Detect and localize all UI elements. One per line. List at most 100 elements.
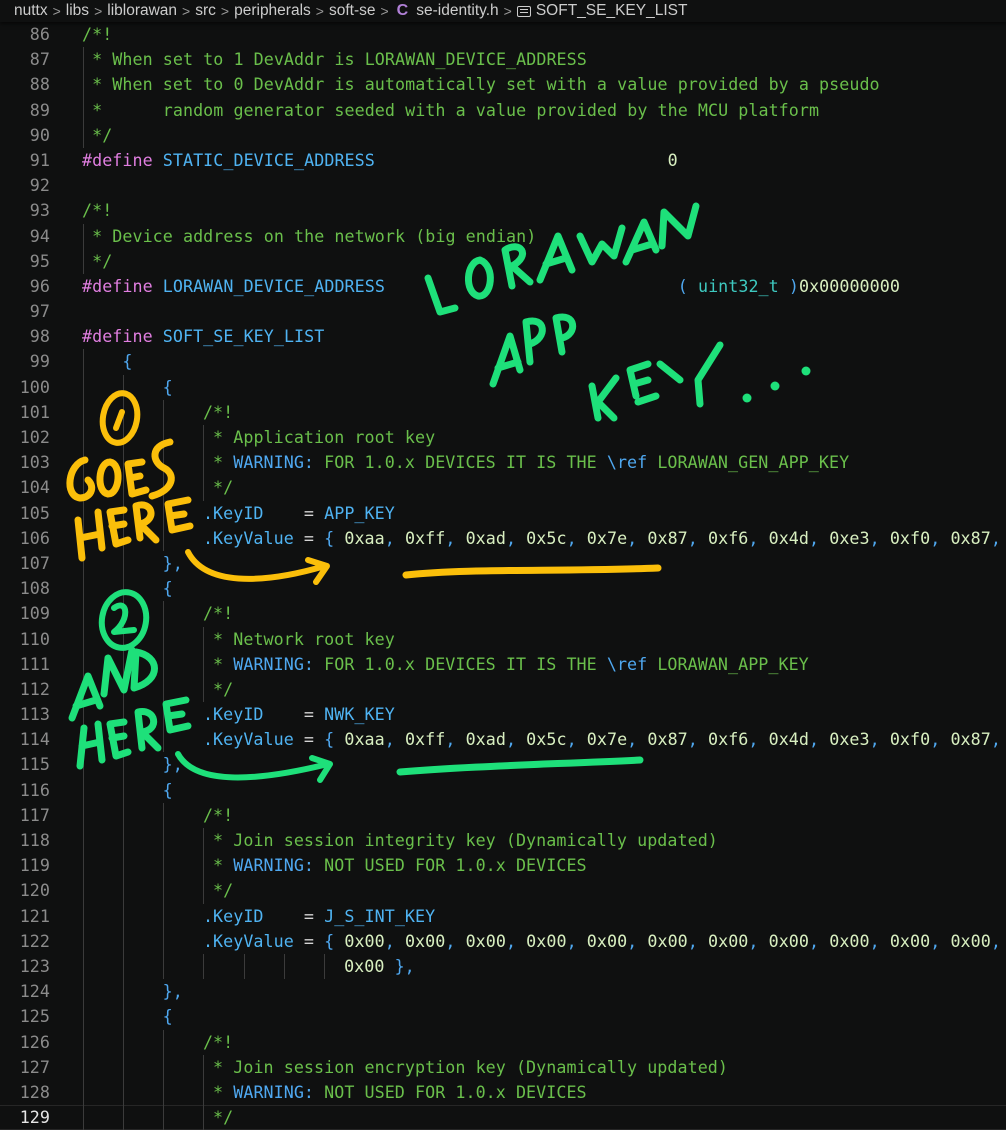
breadcrumb-item-soft-se[interactable]: soft-se — [329, 2, 376, 20]
code-line[interactable]: 113 .KeyID = NWK_KEY — [0, 702, 1006, 728]
code-line[interactable]: 95 */ — [0, 248, 1006, 274]
code-line[interactable]: 90 */ — [0, 122, 1006, 148]
code-line[interactable]: 116 { — [0, 777, 1006, 803]
line-number[interactable]: 100 — [0, 375, 50, 400]
line-number[interactable]: 123 — [0, 954, 50, 979]
line-number[interactable]: 128 — [0, 1080, 50, 1105]
line-number[interactable]: 91 — [0, 148, 50, 173]
code-line[interactable]: 103 * WARNING: FOR 1.0.x DEVICES IT IS T… — [0, 450, 1006, 476]
code-line[interactable]: 86 /*! — [0, 22, 1006, 47]
code-line[interactable]: 97 — [0, 299, 1006, 324]
code-line[interactable]: 105 .KeyID = APP_KEY — [0, 500, 1006, 526]
code-line[interactable]: 102 * Application root key — [0, 425, 1006, 451]
code-line[interactable]: 93 /*! — [0, 198, 1006, 223]
code-line[interactable]: 122 .KeyValue = { 0x00, 0x00, 0x00, 0x00,… — [0, 928, 1006, 954]
code-line[interactable]: 111 * WARNING: FOR 1.0.x DEVICES IT IS T… — [0, 651, 1006, 677]
code-line[interactable]: 112 */ — [0, 676, 1006, 703]
code-line[interactable]: 101 /*! — [0, 399, 1006, 425]
line-number[interactable]: 111 — [0, 652, 50, 677]
line-number[interactable]: 106 — [0, 526, 50, 551]
line-number[interactable]: 110 — [0, 627, 50, 652]
code-line[interactable]: 129 */ — [0, 1105, 1006, 1130]
line-number[interactable]: 102 — [0, 425, 50, 450]
breadcrumb-item-peripherals[interactable]: peripherals — [234, 2, 311, 20]
line-number[interactable]: 109 — [0, 601, 50, 626]
code-line[interactable]: 123 0x00 }, — [0, 953, 1006, 980]
code-line[interactable]: 110 * Network root key — [0, 626, 1006, 652]
line-number[interactable]: 126 — [0, 1030, 50, 1055]
code-line[interactable]: 117 /*! — [0, 802, 1006, 828]
line-number[interactable]: 127 — [0, 1055, 50, 1080]
breadcrumb-file[interactable]: se-identity.h — [416, 2, 498, 20]
line-number[interactable]: 124 — [0, 979, 50, 1004]
line-number[interactable]: 121 — [0, 904, 50, 929]
breadcrumb-symbol[interactable]: SOFT_SE_KEY_LIST — [536, 2, 688, 20]
breadcrumb-item-src[interactable]: src — [195, 2, 216, 20]
code-line[interactable]: 87 * When set to 1 DevAddr is LORAWAN_DE… — [0, 47, 1006, 73]
line-number[interactable]: 120 — [0, 878, 50, 903]
line-number[interactable]: 97 — [0, 299, 50, 324]
indent-guide — [82, 626, 84, 652]
line-number[interactable]: 98 — [0, 324, 50, 349]
line-number[interactable]: 99 — [0, 349, 50, 374]
line-number[interactable]: 108 — [0, 576, 50, 601]
line-number[interactable]: 115 — [0, 752, 50, 777]
line-number[interactable]: 114 — [0, 727, 50, 752]
code-line[interactable]: 115}, — [0, 752, 1006, 778]
code-line[interactable]: 109 /*! — [0, 601, 1006, 627]
line-number[interactable]: 86 — [0, 22, 50, 47]
code-line[interactable]: 124}, — [0, 979, 1006, 1005]
code-line[interactable]: 100 { — [0, 374, 1006, 400]
line-number[interactable]: 93 — [0, 198, 50, 223]
code-line[interactable]: 88 * When set to 0 DevAddr is automatica… — [0, 72, 1006, 98]
line-number[interactable]: 89 — [0, 98, 50, 123]
breadcrumb-item-liblorawan[interactable]: liblorawan — [107, 2, 177, 20]
line-number[interactable]: 104 — [0, 475, 50, 500]
code-line[interactable]: 119 * WARNING: NOT USED FOR 1.0.x DEVICE… — [0, 853, 1006, 879]
line-number[interactable]: 103 — [0, 450, 50, 475]
line-number[interactable]: 119 — [0, 853, 50, 878]
code-line[interactable]: 120 */ — [0, 878, 1006, 904]
code-editor[interactable]: 86 /*! 87 * When set to 1 DevAddr is LORAW… — [0, 22, 1006, 1130]
code-line[interactable]: 91 #define STATIC_DEVICE_ADDRESS 0 — [0, 148, 1006, 173]
code-line[interactable]: 98 #define SOFT_SE_KEY_LIST — [0, 324, 1006, 349]
line-number[interactable]: 107 — [0, 551, 50, 576]
code-line[interactable]: 114 .KeyValue = { 0xaa, 0xff, 0xad, 0x5c,… — [0, 727, 1006, 753]
line-number[interactable]: 116 — [0, 778, 50, 803]
code-line[interactable]: 108 { — [0, 576, 1006, 602]
code-line[interactable]: 99 { — [0, 349, 1006, 375]
brace: }, — [162, 754, 183, 775]
code-line[interactable]: 104 */ — [0, 475, 1006, 501]
code-line[interactable]: 118 * Join session integrity key (Dynami… — [0, 828, 1006, 854]
line-number[interactable]: 105 — [0, 501, 50, 526]
code-line[interactable]: 89 * random generator seeded with a valu… — [0, 97, 1006, 123]
code-line[interactable]: 107}, — [0, 550, 1006, 577]
code-line[interactable]: 94 * Device address on the network (big … — [0, 223, 1006, 249]
code-line[interactable]: 125 { — [0, 1004, 1006, 1030]
line-number[interactable]: 112 — [0, 677, 50, 702]
code-line[interactable]: 121 .KeyID = J_S_INT_KEY — [0, 903, 1006, 929]
line-number[interactable]: 117 — [0, 803, 50, 828]
breadcrumb-item-nuttx[interactable]: nuttx — [14, 2, 48, 20]
code-line[interactable]: 127 * Join session encryption key (Dynam… — [0, 1054, 1006, 1080]
code-line[interactable]: 92 — [0, 173, 1006, 198]
line-number[interactable]: 129 — [0, 1105, 50, 1130]
line-number[interactable]: 118 — [0, 828, 50, 853]
line-number[interactable]: 88 — [0, 72, 50, 97]
line-number[interactable]: 113 — [0, 702, 50, 727]
line-number[interactable]: 87 — [0, 47, 50, 72]
breadcrumb-item-libs[interactable]: libs — [66, 2, 89, 20]
code-line[interactable]: 128 * WARNING: NOT USED FOR 1.0.x DEVICE… — [0, 1079, 1006, 1106]
line-number[interactable]: 125 — [0, 1004, 50, 1029]
line-number[interactable]: 92 — [0, 173, 50, 198]
line-number[interactable]: 122 — [0, 929, 50, 954]
line-number[interactable]: 96 — [0, 274, 50, 299]
line-number[interactable]: 94 — [0, 224, 50, 249]
code-line[interactable]: 126 /*! — [0, 1029, 1006, 1055]
code-line[interactable]: 96 #define LORAWAN_DEVICE_ADDRESS ( uint3… — [0, 274, 1006, 299]
line-number[interactable]: 90 — [0, 123, 50, 148]
comma: , — [627, 527, 638, 548]
line-number[interactable]: 101 — [0, 400, 50, 425]
line-number[interactable]: 95 — [0, 249, 50, 274]
code-line[interactable]: 106 .KeyValue = { 0xaa, 0xff, 0xad, 0x5c,… — [0, 525, 1006, 551]
